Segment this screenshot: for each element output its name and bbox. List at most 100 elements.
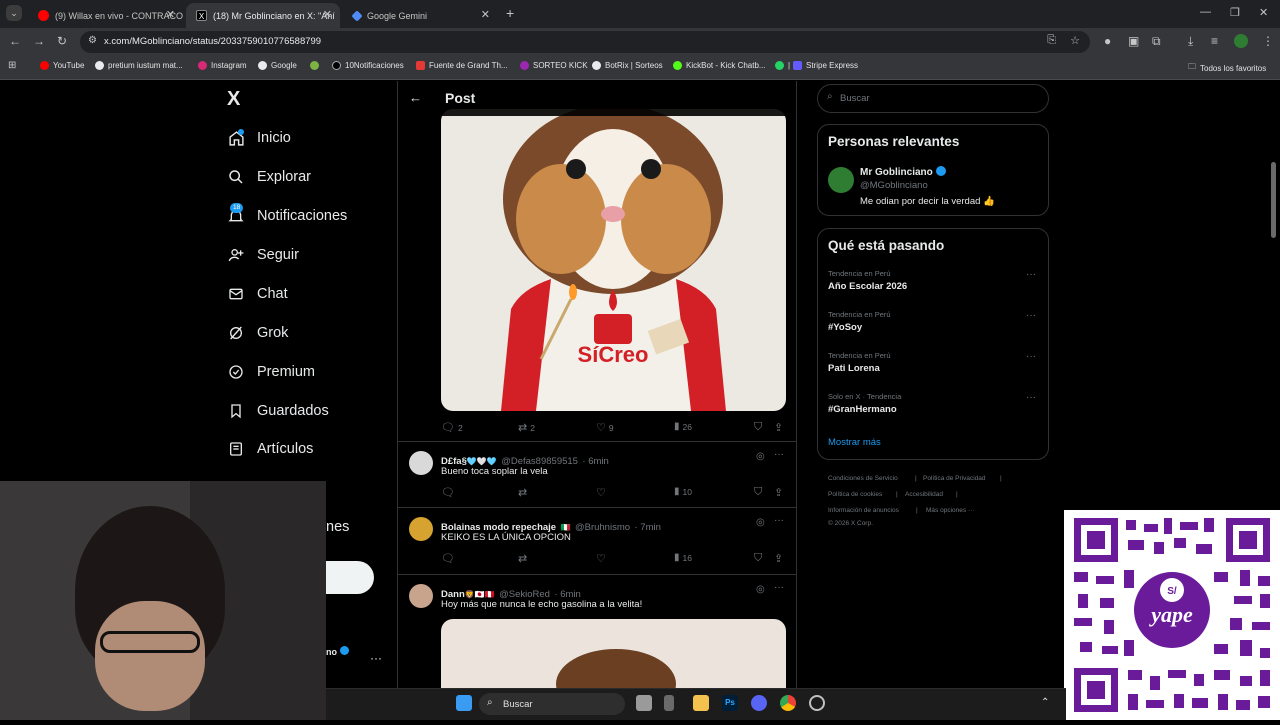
nav-item-partial[interactable]: nes	[326, 519, 349, 535]
nav-item-notificaciones[interactable]: Notificaciones 18	[227, 203, 347, 225]
bookmark-sorteo-kick[interactable]: SORTEO KICK	[520, 61, 588, 70]
task-view-icon[interactable]	[636, 695, 652, 711]
footer-link[interactable]: Información de anuncios	[828, 507, 899, 514]
site-info-icon[interactable]: ⚙	[88, 35, 97, 46]
tab-list-chevron-icon[interactable]: ⌄	[6, 5, 22, 21]
tab-x-post[interactable]: X (18) Mr Goblinciano en X: "Ahí ✕	[186, 3, 340, 28]
bookmark-fuente[interactable]: Fuente de Grand Th...	[416, 61, 508, 70]
bookmark-button[interactable]: ⛉	[754, 421, 762, 434]
more-icon[interactable]: ···	[1026, 310, 1036, 321]
person-name[interactable]: Mr Goblinciano	[860, 166, 946, 178]
more-icon[interactable]: ···	[370, 651, 382, 665]
avatar[interactable]	[409, 584, 433, 608]
trend-item[interactable]: Tendencia en Perú Año Escolar 2026	[828, 269, 907, 292]
nav-item-seguir[interactable]: Seguir	[227, 246, 299, 264]
grok-icon[interactable]: ◎	[756, 451, 765, 462]
avatar[interactable]	[409, 451, 433, 475]
more-icon[interactable]: ···	[1026, 351, 1036, 362]
search-bar[interactable]: ⌕ Buscar	[817, 84, 1049, 113]
media-icon[interactable]: ≡	[1211, 34, 1218, 48]
search-input[interactable]: Buscar	[840, 93, 870, 104]
reply-button[interactable]: 🗨︎	[441, 486, 455, 499]
like-button[interactable]: ♡ 9	[596, 421, 614, 434]
nav-item-guardados[interactable]: Guardados	[227, 402, 329, 420]
footer-link[interactable]: Condiciones de Servicio	[828, 475, 898, 482]
bookmark-whatsapp[interactable]: |	[775, 61, 790, 70]
tab-willax[interactable]: (9) Willax en vivo - CONTRACO ✕	[28, 3, 183, 28]
star-icon[interactable]: ☆	[1070, 34, 1080, 47]
bookmark-stripe[interactable]: Stripe Express	[793, 61, 858, 70]
photoshop-icon[interactable]: Ps	[722, 695, 738, 711]
install-app-icon[interactable]: ⎘	[1047, 34, 1056, 47]
discord-icon[interactable]	[751, 695, 767, 711]
repost-button[interactable]: ⇄ 2	[518, 421, 535, 434]
bookmark-kickbot[interactable]: KickBot - Kick Chatb...	[673, 61, 766, 70]
show-more-link[interactable]: Mostrar más	[828, 437, 881, 448]
extension-icon[interactable]: ▣	[1128, 34, 1139, 48]
close-icon[interactable]: ✕	[166, 8, 175, 21]
avatar[interactable]	[1234, 34, 1248, 48]
profile-name-partial[interactable]: no	[326, 646, 349, 657]
restore-icon[interactable]: ❐	[1230, 6, 1240, 19]
windows-start-icon[interactable]	[456, 695, 472, 711]
extension-icon[interactable]: ●	[1104, 34, 1111, 48]
nav-item-chat[interactable]: Chat	[227, 285, 288, 303]
bookmark-google[interactable]: Google	[258, 61, 297, 70]
puzzle-icon[interactable]: ⧉	[1152, 34, 1161, 49]
app-icon[interactable]	[809, 695, 825, 711]
nav-item-inicio[interactable]: Inicio	[227, 129, 291, 147]
post-image[interactable]: SíCreo	[441, 109, 786, 411]
footer-link[interactable]: Más opciones ···	[926, 507, 974, 514]
footer-link[interactable]: Accesibilidad	[905, 491, 943, 498]
app-icon[interactable]	[664, 695, 674, 711]
back-arrow-icon[interactable]: ←	[409, 90, 422, 105]
reply-item[interactable]: Bolainas modo repechaje 🇮🇹 @Bruhnismo · …	[398, 508, 796, 574]
footer-link[interactable]: Política de Privacidad	[923, 475, 986, 482]
views-button[interactable]: ▮ 16	[674, 552, 692, 563]
grok-icon[interactable]: ◎	[756, 584, 765, 595]
minimize-icon[interactable]: —	[1200, 6, 1211, 18]
like-button[interactable]: ♡	[596, 486, 606, 499]
bookmark-10notificaciones[interactable]: 10Notificaciones	[332, 61, 404, 70]
chevron-up-icon[interactable]: ⌃	[1041, 697, 1049, 708]
bookmark-button[interactable]: ⛉	[754, 552, 762, 565]
grok-icon[interactable]: ◎	[756, 517, 765, 528]
bookmark-button[interactable]: ⛉	[754, 486, 762, 499]
tab-gemini[interactable]: Google Gemini ✕	[343, 3, 498, 28]
x-logo[interactable]: X	[227, 88, 240, 111]
chrome-icon[interactable]	[780, 695, 796, 711]
close-icon[interactable]: ✕	[481, 8, 490, 21]
scrollbar-thumb[interactable]	[1271, 162, 1276, 238]
repost-button[interactable]: ⇄	[518, 486, 527, 499]
bookmark-youtube[interactable]: YouTube	[40, 61, 84, 70]
file-explorer-icon[interactable]	[693, 695, 709, 711]
menu-icon[interactable]: ⋮	[1262, 34, 1274, 48]
trend-item[interactable]: Tendencia en Perú Pati Lorena	[828, 351, 891, 374]
nav-item-grok[interactable]: Grok	[227, 324, 288, 342]
person-handle[interactable]: @MGoblinciano	[860, 180, 928, 191]
nav-item-articulos[interactable]: Artículos	[227, 440, 313, 458]
nav-item-premium[interactable]: Premium	[227, 363, 315, 381]
close-icon[interactable]: ✕	[323, 8, 332, 21]
post-button[interactable]	[326, 561, 374, 594]
views-button[interactable]: ▮ 26	[674, 421, 692, 432]
repost-button[interactable]: ⇄	[518, 552, 527, 565]
bookmark-pretium[interactable]: pretium iustum mat...	[95, 61, 183, 70]
more-icon[interactable]: ···	[774, 515, 784, 526]
reply-handle[interactable]: @Bruhnismo	[575, 522, 630, 533]
like-button[interactable]: ♡	[596, 552, 606, 565]
share-button[interactable]: ⇪	[774, 486, 783, 499]
reply-item[interactable]: D£fa§🩵🤍🩵 @Defas89859515 · 6min Bueno toc…	[398, 442, 796, 507]
reply-image[interactable]	[441, 619, 786, 690]
download-icon[interactable]: ⤓	[1188, 34, 1193, 49]
reply-button[interactable]: 🗨︎ 2	[441, 421, 463, 434]
address-bar[interactable]: ⚙ x.com/MGoblinciano/status/203375901077…	[80, 31, 1090, 53]
nav-item-explorar[interactable]: Explorar	[227, 168, 311, 186]
forward-icon[interactable]: →	[33, 34, 45, 48]
new-tab-button[interactable]: +	[506, 5, 514, 21]
reply-item[interactable]: Dann🦁🇯🇵🇵🇪 @SekioRed · 6min Hoy más que n…	[398, 575, 796, 690]
bookmark-star[interactable]	[310, 61, 323, 70]
more-icon[interactable]: ···	[774, 582, 784, 593]
trend-item[interactable]: Tendencia en Perú #YoSoy	[828, 310, 891, 333]
more-icon[interactable]: ···	[774, 449, 784, 460]
